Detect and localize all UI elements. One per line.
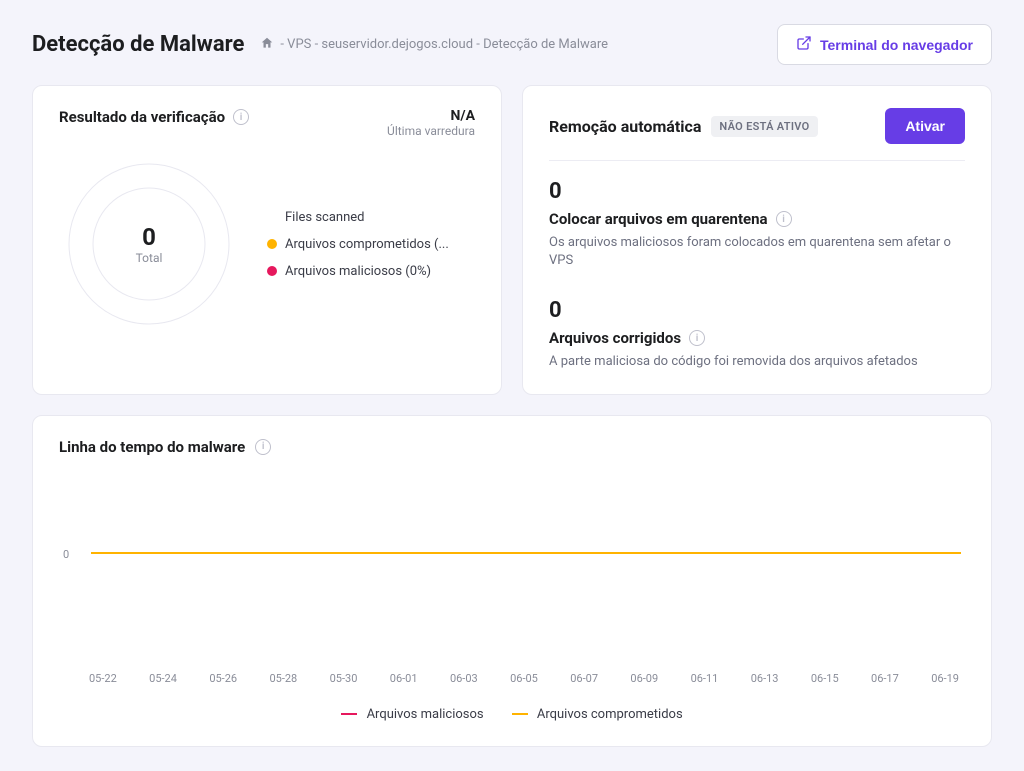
- legend-files-scanned-label: Files scanned: [285, 210, 365, 225]
- legend-malicious: Arquivos maliciosos (0%): [267, 264, 449, 279]
- timeline-chart: 0: [79, 472, 961, 672]
- activate-button[interactable]: Ativar: [885, 108, 965, 144]
- dot-icon: [267, 239, 277, 249]
- timeline-legend-malicious-label: Arquivos maliciosos: [367, 707, 484, 722]
- x-tick: 05-30: [330, 672, 358, 685]
- x-tick: 06-15: [811, 672, 839, 685]
- timeline-legend-malicious: Arquivos maliciosos: [341, 707, 483, 722]
- legend-malicious-label: Arquivos maliciosos (0%): [285, 264, 431, 279]
- x-tick: 06-03: [450, 672, 478, 685]
- fixed-desc: A parte maliciosa do código foi removida…: [549, 353, 965, 371]
- x-tick: 05-28: [269, 672, 297, 685]
- x-tick: 05-24: [149, 672, 177, 685]
- x-tick: 05-22: [89, 672, 117, 685]
- scan-result-card: Resultado da verificação i N/A Última va…: [32, 85, 502, 395]
- legend-compromised: Arquivos comprometidos (...: [267, 237, 449, 252]
- scan-donut-chart: 0 Total: [59, 154, 239, 334]
- timeline-card: Linha do tempo do malware i 0 05-22 05-24…: [32, 415, 992, 747]
- info-icon[interactable]: i: [689, 330, 705, 346]
- fixed-value: 0: [549, 298, 965, 323]
- x-tick: 06-19: [931, 672, 959, 685]
- home-icon: [260, 36, 274, 54]
- timeline-legend-compromised: Arquivos comprometidos: [512, 707, 683, 722]
- browser-terminal-button[interactable]: Terminal do navegador: [777, 24, 992, 65]
- auto-removal-card: Remoção automática NÃO ESTÁ ATIVO Ativar…: [522, 85, 992, 395]
- status-badge: NÃO ESTÁ ATIVO: [711, 116, 817, 137]
- dot-icon: [267, 266, 277, 276]
- header-left: Detecção de Malware - VPS - seuservidor.…: [32, 32, 608, 57]
- page-title: Detecção de Malware: [32, 32, 244, 57]
- donut-total-label: Total: [136, 251, 163, 265]
- timeline-legend: Arquivos maliciosos Arquivos comprometid…: [59, 707, 965, 722]
- x-tick: 06-01: [390, 672, 418, 685]
- info-icon[interactable]: i: [255, 439, 271, 455]
- info-icon[interactable]: i: [233, 109, 249, 125]
- breadcrumb[interactable]: - VPS - seuservidor.dejogos.cloud - Dete…: [260, 36, 608, 54]
- fixed-title: Arquivos corrigidos: [549, 329, 681, 347]
- line-swatch-icon: [341, 713, 357, 715]
- quarantine-block: 0 Colocar arquivos em quarentena i Os ar…: [549, 179, 965, 270]
- dot-icon: [267, 212, 277, 222]
- auto-removal-title: Remoção automática: [549, 117, 701, 136]
- x-tick: 06-11: [691, 672, 719, 685]
- legend-compromised-label: Arquivos comprometidos (...: [285, 237, 449, 252]
- scan-result-title: Resultado da verificação: [59, 108, 225, 126]
- timeline-title: Linha do tempo do malware: [59, 438, 245, 456]
- timeline-legend-compromised-label: Arquivos comprometidos: [537, 707, 683, 722]
- x-tick: 06-05: [510, 672, 538, 685]
- external-link-icon: [796, 35, 812, 54]
- scan-legend: Files scanned Arquivos comprometidos (..…: [267, 210, 449, 279]
- quarantine-desc: Os arquivos maliciosos foram colocados e…: [549, 234, 965, 270]
- y-tick-0: 0: [63, 548, 69, 561]
- last-scan-label: Última varredura: [387, 124, 475, 138]
- plot-line-compromised: [91, 552, 961, 554]
- scan-na-value: N/A: [387, 108, 475, 124]
- x-tick: 06-09: [630, 672, 658, 685]
- x-tick: 06-13: [751, 672, 779, 685]
- line-swatch-icon: [512, 713, 528, 715]
- x-tick: 06-07: [570, 672, 598, 685]
- legend-files-scanned: Files scanned: [267, 210, 449, 225]
- x-tick: 05-26: [209, 672, 237, 685]
- terminal-button-label: Terminal do navegador: [820, 37, 973, 53]
- donut-total-value: 0: [136, 223, 163, 251]
- breadcrumb-text: - VPS - seuservidor.dejogos.cloud - Dete…: [280, 37, 608, 52]
- x-tick: 06-17: [871, 672, 899, 685]
- quarantine-value: 0: [549, 179, 965, 204]
- fixed-block: 0 Arquivos corrigidos i A parte malicios…: [549, 298, 965, 371]
- page-header: Detecção de Malware - VPS - seuservidor.…: [32, 24, 992, 65]
- quarantine-title: Colocar arquivos em quarentena: [549, 210, 768, 228]
- info-icon[interactable]: i: [776, 211, 792, 227]
- x-axis: 05-22 05-24 05-26 05-28 05-30 06-01 06-03 06-05…: [89, 672, 959, 685]
